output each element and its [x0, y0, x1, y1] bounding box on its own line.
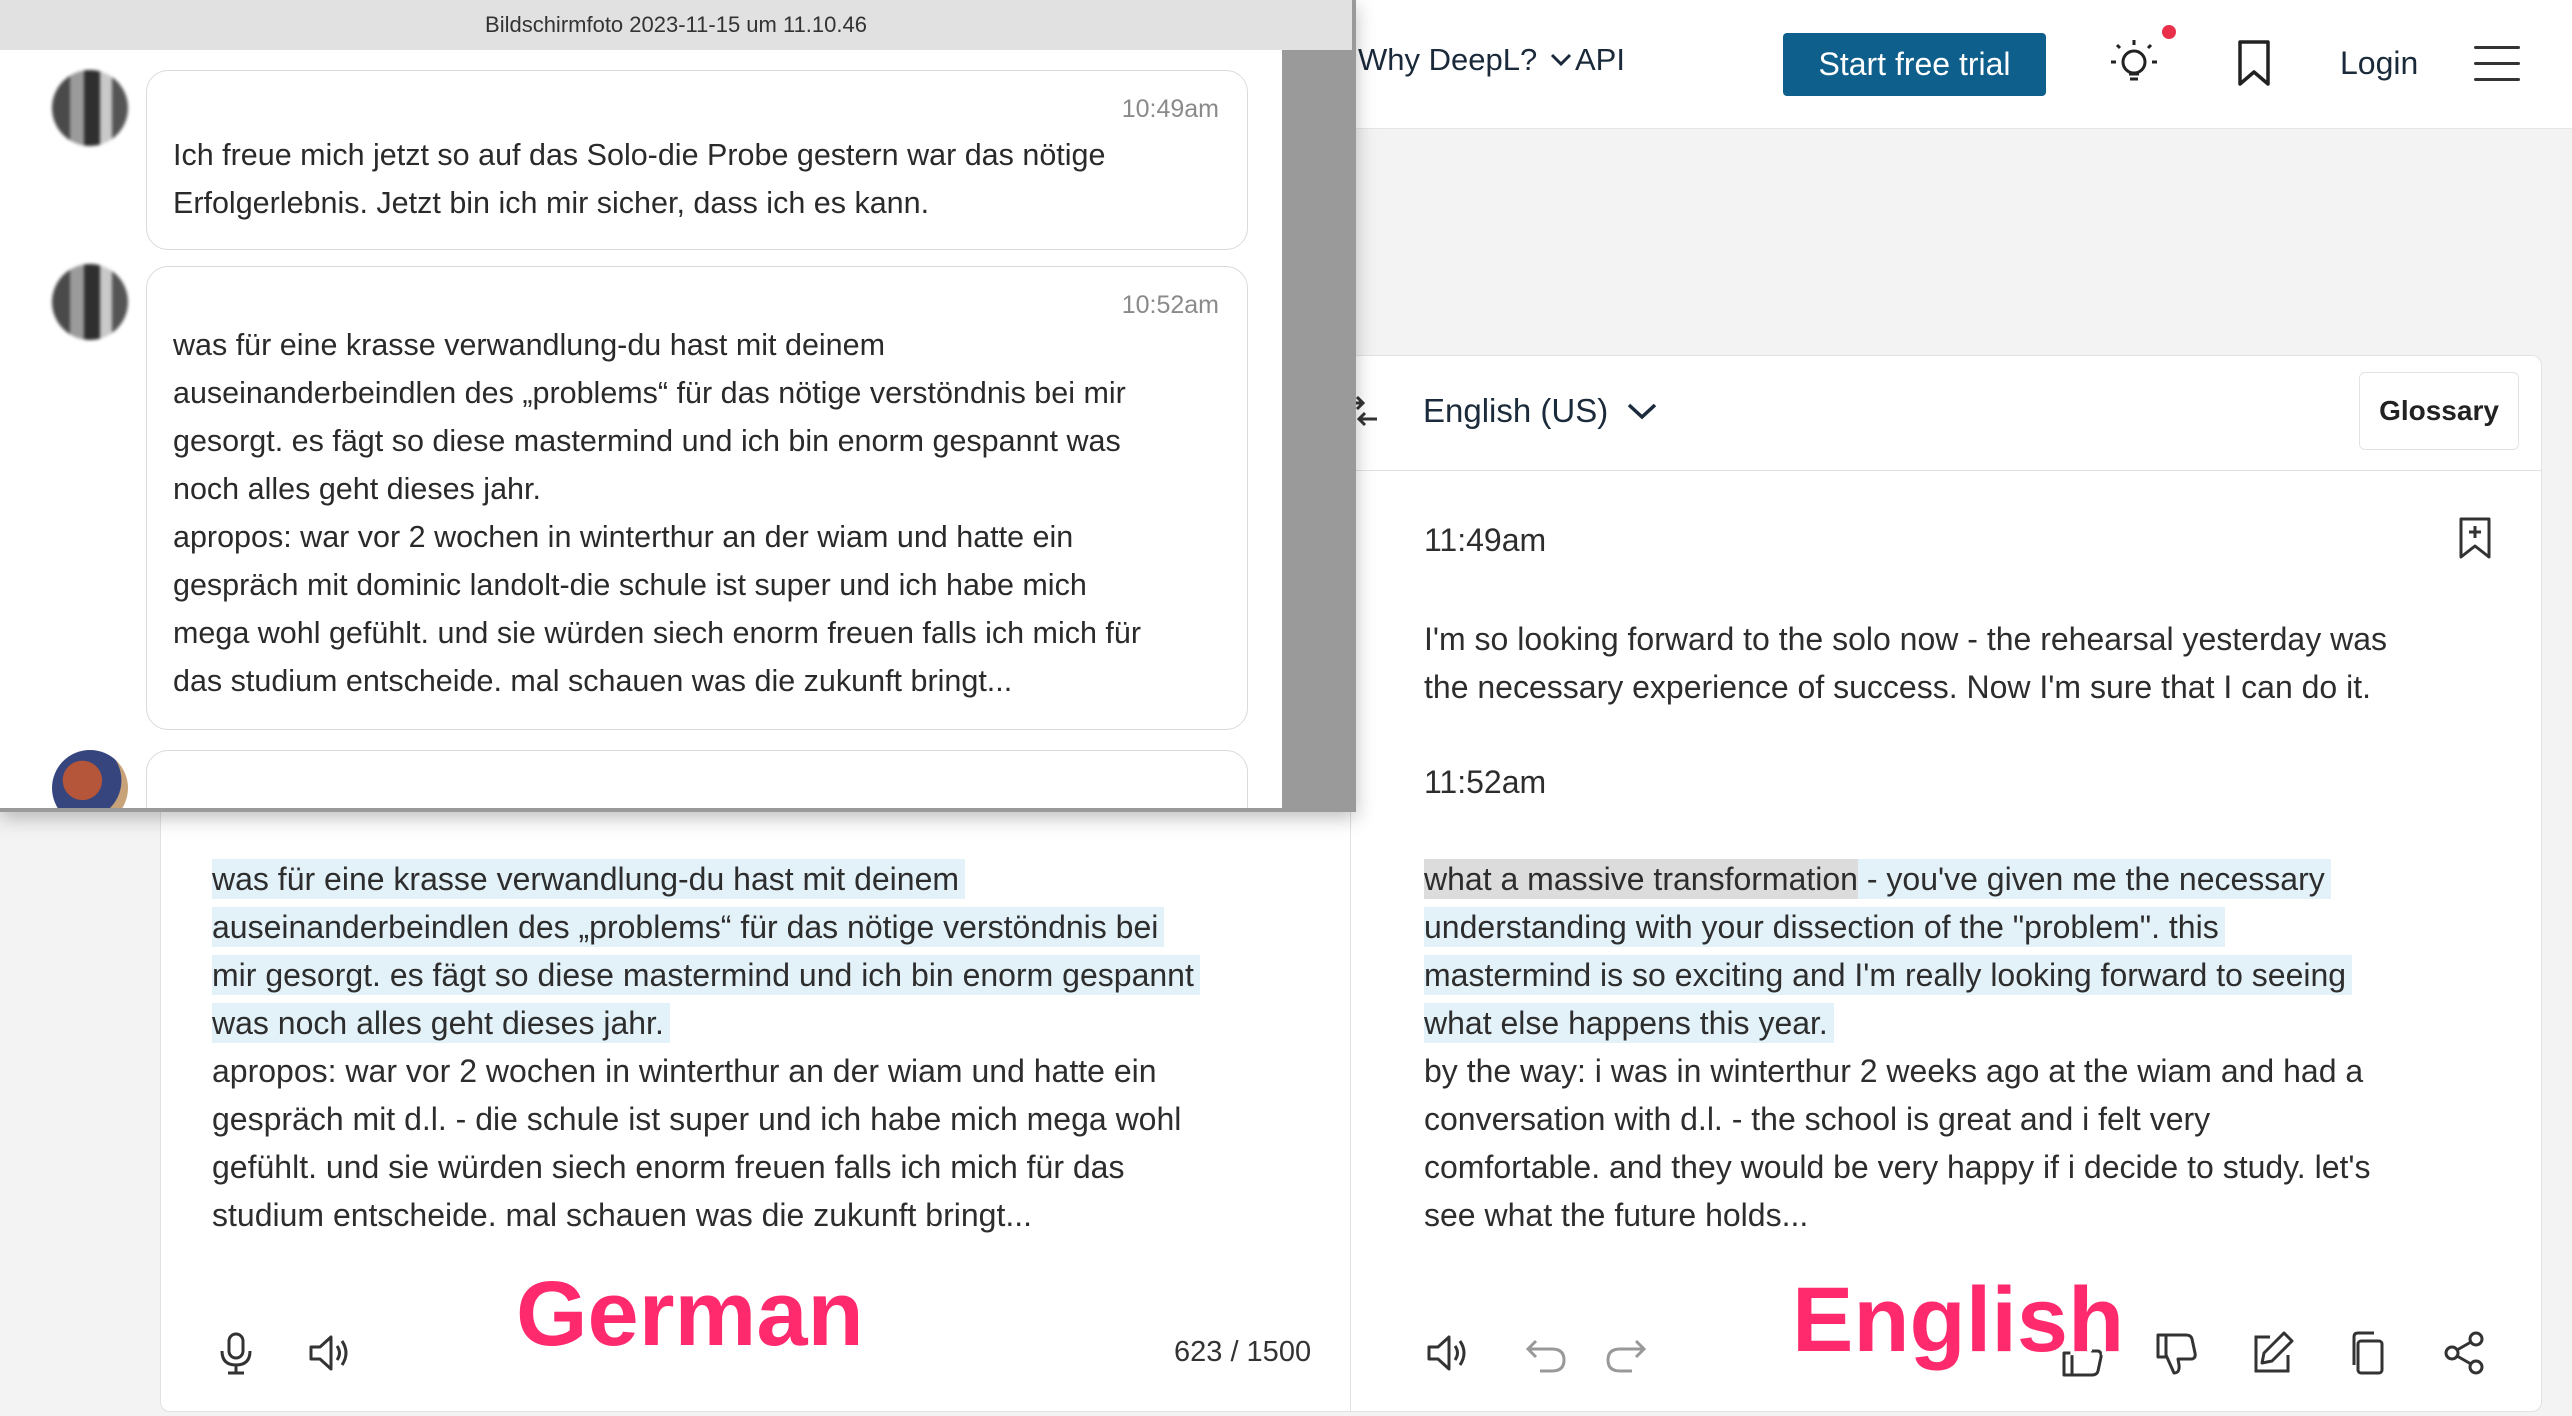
nav-api[interactable]: API [1575, 42, 1625, 78]
target-paragraph: by the way: i was in winterthur 2 weeks … [1424, 1047, 2504, 1239]
chevron-down-icon [1628, 403, 1657, 420]
login-link[interactable]: Login [2340, 45, 2418, 82]
source-line: was für eine krasse verwandlung-du hast … [212, 859, 966, 899]
source-line: was noch alles geht dieses jahr. [212, 1003, 670, 1043]
message-text: Ich freue mich jetzt so auf das Solo-die… [173, 131, 1233, 227]
lightbulb-icon[interactable] [2107, 34, 2161, 94]
menu-icon[interactable] [2474, 46, 2520, 86]
window-side-gutter [1282, 50, 1352, 808]
screenshot-preview-window[interactable]: Bildschirmfoto 2023-11-15 um 11.10.46 10… [0, 0, 1356, 812]
window-title: Bildschirmfoto 2023-11-15 um 11.10.46 [0, 0, 1352, 51]
message-line: Ich freue mich jetzt so auf das Solo-die… [173, 138, 1106, 172]
chat-content: 10:49am Ich freue mich jetzt so auf das … [0, 50, 1282, 808]
message-text: was für eine krasse verwandlung-du hast … [173, 321, 1233, 705]
message-line: gespräch mit dominic landolt-die schule … [173, 568, 1087, 602]
start-free-trial-button[interactable]: Start free trial [1783, 33, 2046, 96]
chat-message: 10:49am Ich freue mich jetzt so auf das … [146, 70, 1248, 250]
target-timestamp: 11:52am [1424, 764, 1547, 800]
undo-icon[interactable] [1522, 1331, 1570, 1379]
speaker-icon[interactable] [306, 1329, 354, 1377]
target-header: English (US) Glossary [1345, 356, 2541, 471]
bookmark-icon[interactable] [2232, 38, 2276, 88]
avatar [52, 264, 128, 340]
speaker-icon[interactable] [1424, 1329, 1472, 1377]
target-line: comfortable. and they would be very happ… [1424, 1149, 2371, 1185]
target-highlighted-text[interactable]: what a massive transformation - you've g… [1424, 855, 2504, 1047]
notification-dot [2162, 25, 2176, 39]
chat-message: 10:52am was für eine krasse verwandlung-… [146, 266, 1248, 730]
target-alternative-phrase[interactable]: what a massive transformation [1424, 859, 1858, 899]
target-line: see what the future holds... [1424, 1197, 1809, 1233]
target-line: what else happens this year. [1424, 1003, 1834, 1043]
target-paragraph: I'm so looking forward to the solo now -… [1424, 615, 2504, 711]
redo-icon[interactable] [1602, 1331, 1650, 1379]
message-time: 10:52am [1121, 291, 1219, 319]
character-count: 623 / 1500 [1174, 1336, 1312, 1368]
target-line: the necessary experience of success. Now… [1424, 669, 2371, 705]
microphone-icon[interactable] [212, 1329, 260, 1377]
source-line: apropos: war vor 2 wochen in winterthur … [212, 1053, 1157, 1089]
message-line: Erfolgerlebnis. Jetzt bin ich mir sicher… [173, 186, 930, 220]
target-language-select[interactable]: English (US) [1423, 392, 1658, 430]
message-line: mega wohl gefühlt. und sie würden siech … [173, 616, 1142, 650]
source-line: gespräch mit d.l. - die schule ist super… [212, 1101, 1182, 1137]
chevron-down-icon [1551, 53, 1572, 67]
message-line: das studium entscheide. mal schauen was … [173, 664, 1013, 698]
target-timestamp: 11:49am [1424, 522, 1547, 558]
target-language-label: English (US) [1423, 392, 1609, 429]
message-line: auseinanderbeindlen des „problems“ für d… [173, 376, 1126, 410]
target-line: conversation with d.l. - the school is g… [1424, 1101, 2211, 1137]
message-line: was für eine krasse verwandlung-du hast … [173, 328, 886, 362]
target-line: - you've given me the necessary [1857, 859, 2331, 899]
source-highlighted-text[interactable]: was für eine krasse verwandlung-du hast … [212, 855, 1312, 1047]
german-annotation: German [516, 1263, 864, 1365]
source-line: auseinanderbeindlen des „problems“ für d… [212, 907, 1165, 947]
avatar [52, 70, 128, 146]
message-time: 10:49am [1121, 95, 1219, 123]
edit-icon[interactable] [2248, 1329, 2296, 1377]
copy-icon[interactable] [2344, 1329, 2392, 1377]
thumbs-down-icon[interactable] [2152, 1331, 2200, 1379]
chat-message [146, 750, 1248, 808]
source-line: mir gesorgt. es fägt so diese mastermind… [212, 955, 1200, 995]
avatar [52, 750, 128, 808]
share-icon[interactable] [2440, 1329, 2488, 1377]
target-line: mastermind is so exciting and I'm really… [1424, 955, 2353, 995]
message-line: apropos: war vor 2 wochen in winterthur … [173, 520, 1074, 554]
target-line: I'm so looking forward to the solo now -… [1424, 621, 2388, 657]
glossary-button[interactable]: Glossary [2359, 372, 2519, 450]
source-line: gefühlt. und sie würden siech enorm freu… [212, 1149, 1125, 1185]
target-line: understanding with your dissection of th… [1424, 907, 2225, 947]
source-line: studium entscheide. mal schauen was die … [212, 1197, 1032, 1233]
source-text[interactable]: apropos: war vor 2 wochen in winterthur … [212, 1047, 1312, 1239]
nav-why-deepl-label: Why DeepL? [1358, 42, 1538, 77]
message-line: gesorgt. es fägt so diese mastermind und… [173, 424, 1121, 458]
save-translation-icon[interactable] [2457, 516, 2493, 560]
nav-why-deepl[interactable]: Why DeepL? [1358, 42, 1573, 78]
target-line: by the way: i was in winterthur 2 weeks … [1424, 1053, 2364, 1089]
english-annotation: English [1792, 1269, 2125, 1371]
message-line: noch alles geht dieses jahr. [173, 472, 541, 506]
